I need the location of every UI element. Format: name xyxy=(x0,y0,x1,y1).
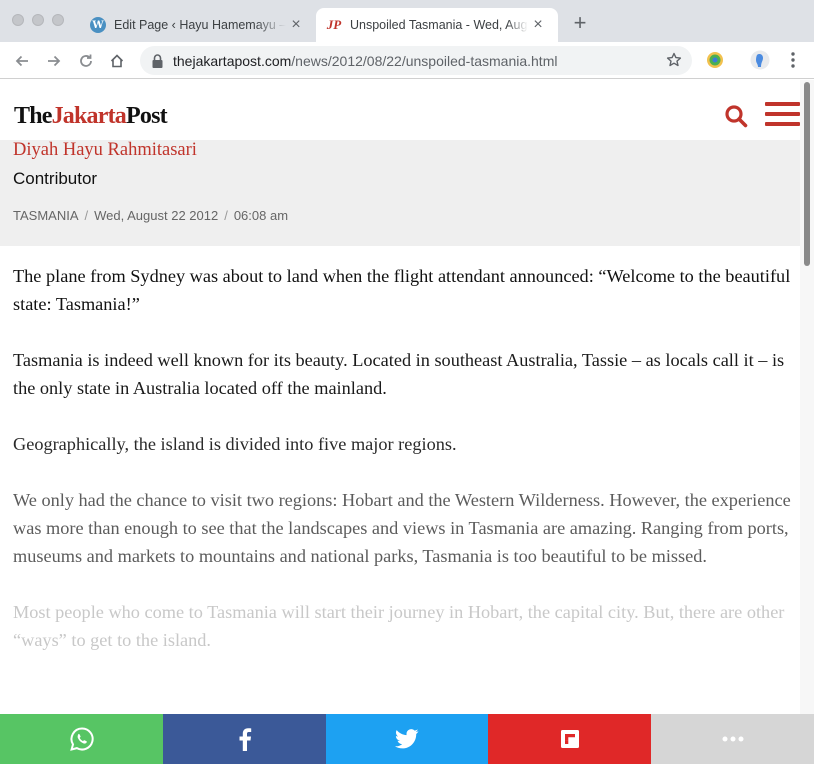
tab-close-icon[interactable]: × xyxy=(528,16,548,34)
window-minimize-control[interactable] xyxy=(32,14,44,26)
hamburger-menu-icon[interactable] xyxy=(765,102,800,128)
logo-the: The xyxy=(14,103,52,129)
url-host: thejakartapost.com xyxy=(173,52,292,69)
jakarta-post-icon: JP xyxy=(326,17,342,32)
window-zoom-control[interactable] xyxy=(52,14,64,26)
window-close-control[interactable] xyxy=(12,14,24,26)
twitter-share-button[interactable] xyxy=(326,714,488,764)
new-tab-button[interactable]: + xyxy=(568,12,592,36)
article-paragraph: The plane from Sydney was about to land … xyxy=(13,266,791,314)
tab-unspoiled-tasmania[interactable]: JP Unspoiled Tasmania - Wed, August 22 2… xyxy=(316,8,558,42)
home-icon[interactable] xyxy=(107,51,127,71)
author-role: Contributor xyxy=(13,169,98,188)
address-bar[interactable]: thejakartapost.com/news/2012/08/22/unspo… xyxy=(140,46,692,75)
article-paragraph: Tasmania is indeed well known for its be… xyxy=(13,350,785,398)
flipboard-share-button[interactable] xyxy=(488,714,651,764)
back-arrow-icon[interactable] xyxy=(12,51,32,71)
wordpress-icon: W xyxy=(90,17,106,33)
facebook-share-button[interactable] xyxy=(163,714,326,764)
tab-title: Edit Page ‹ Hayu Hamemayu — WordPress xyxy=(114,18,286,32)
browser-toolbar: thejakartapost.com/news/2012/08/22/unspo… xyxy=(0,42,814,79)
extension-icon[interactable] xyxy=(705,50,725,70)
article-meta: Diyah Hayu Rahmitasari Contributor TASMA… xyxy=(0,140,800,246)
tab-close-icon[interactable]: × xyxy=(286,16,306,34)
separator: / xyxy=(224,208,228,223)
article-paragraph: We only had the chance to visit two regi… xyxy=(13,490,791,566)
twitter-icon xyxy=(395,729,419,749)
url-text: thejakartapost.com/news/2012/08/22/unspo… xyxy=(173,53,557,69)
author-name[interactable]: Diyah Hayu Rahmitasari xyxy=(13,140,197,161)
site-logo[interactable]: TheJakartaPost xyxy=(14,103,168,130)
browser-menu-icon[interactable] xyxy=(783,50,803,70)
bookmark-star-icon[interactable] xyxy=(666,52,682,68)
lock-icon[interactable] xyxy=(152,53,164,68)
profile-avatar-icon[interactable] xyxy=(750,50,770,70)
logo-jakarta: Jakarta xyxy=(51,103,127,129)
share-bar xyxy=(0,714,814,764)
publish-date: Wed, August 22 2012 xyxy=(94,208,219,223)
facebook-icon xyxy=(239,728,251,751)
tab-edit-page[interactable]: W Edit Page ‹ Hayu Hamemayu — WordPress … xyxy=(80,8,316,42)
article-body: The plane from Sydney was about to land … xyxy=(13,262,793,682)
search-icon[interactable] xyxy=(724,104,748,128)
url-path: /news/2012/08/22/unspoiled-tasmania.html xyxy=(291,52,558,69)
flipboard-icon xyxy=(560,730,579,748)
reload-icon[interactable] xyxy=(76,51,96,71)
forward-arrow-icon[interactable] xyxy=(44,51,64,71)
whatsapp-icon xyxy=(69,727,94,751)
article-paragraph: Geographically, the island is divided in… xyxy=(13,434,457,454)
scrollbar-thumb[interactable] xyxy=(804,82,810,266)
whatsapp-share-button[interactable] xyxy=(0,714,163,764)
site-header: TheJakartaPost xyxy=(0,80,800,140)
more-share-button[interactable] xyxy=(651,714,814,764)
logo-post: Post xyxy=(126,103,168,129)
separator: / xyxy=(84,208,89,223)
more-dots-icon xyxy=(722,736,743,742)
article-breadcrumb: TASMANIA / Wed, August 22 2012 / 06:08 am xyxy=(13,208,288,223)
article-paragraph: Most people who come to Tasmania will st… xyxy=(13,602,785,650)
tab-title: Unspoiled Tasmania - Wed, August 22 2012 xyxy=(350,18,528,32)
publish-time: 06:08 am xyxy=(233,208,289,223)
category-link[interactable]: TASMANIA xyxy=(13,208,79,223)
browser-tab-strip: W Edit Page ‹ Hayu Hamemayu — WordPress … xyxy=(0,0,814,42)
